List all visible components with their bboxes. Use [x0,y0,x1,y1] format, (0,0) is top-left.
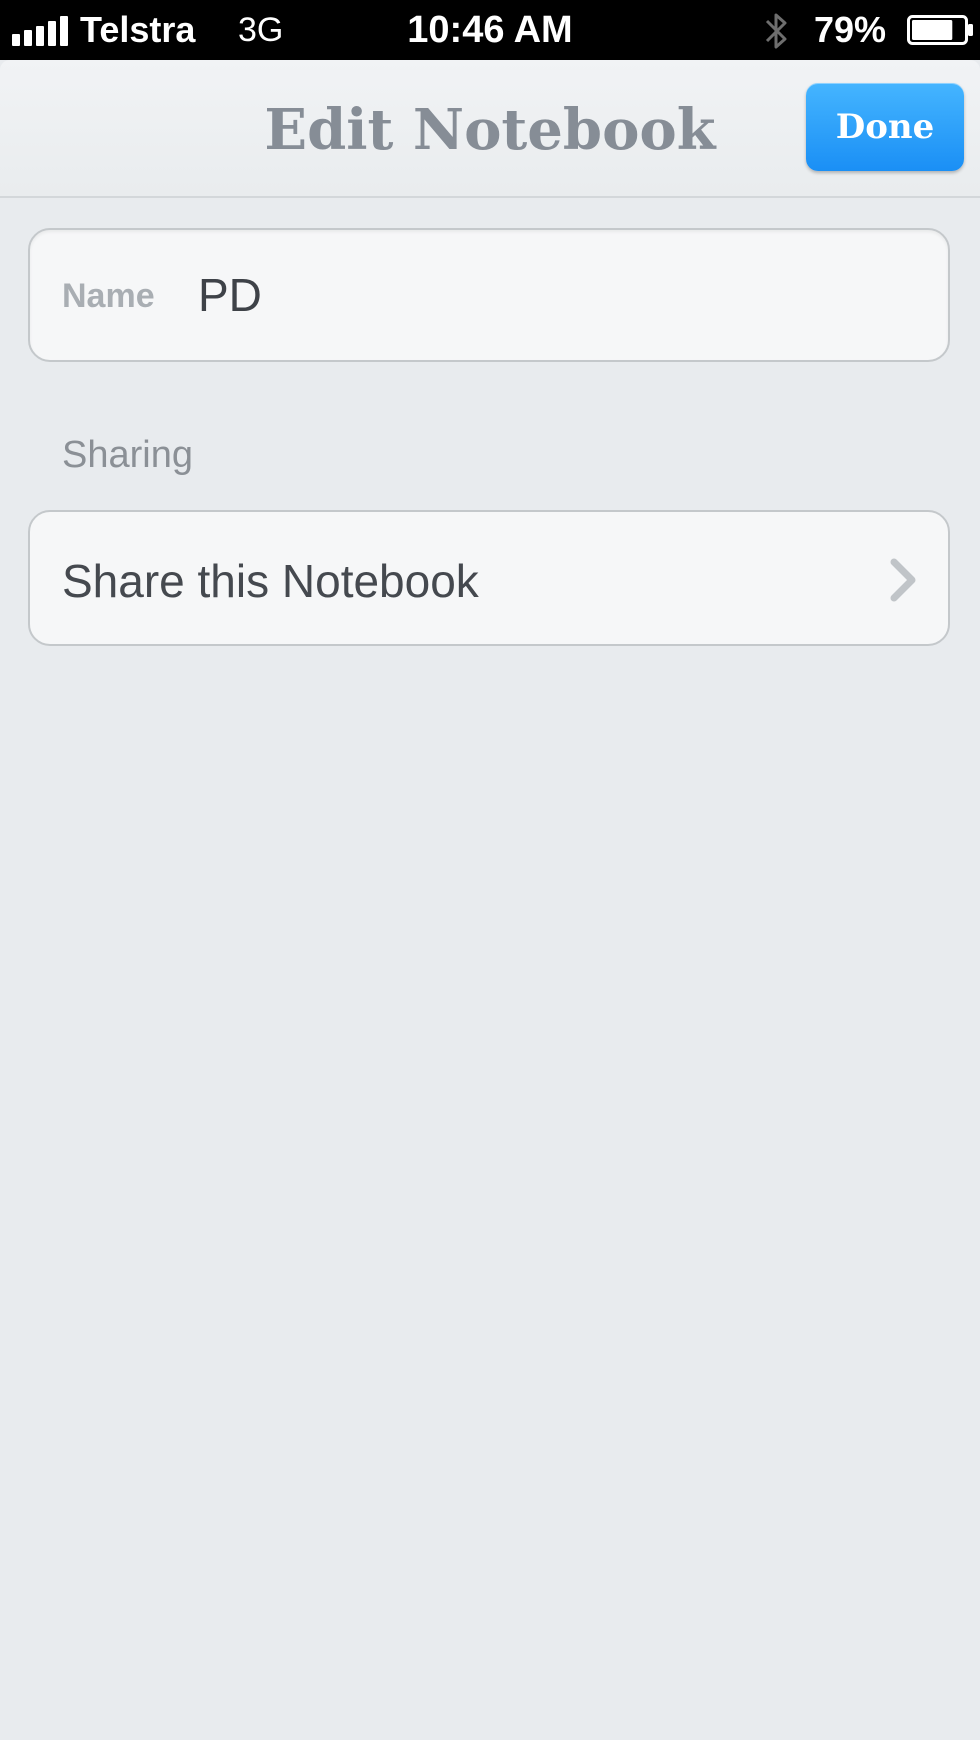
share-notebook-row[interactable]: Share this Notebook [28,510,950,646]
battery-percentage: 79% [814,9,887,50]
name-label: Name [62,277,155,315]
battery-icon [907,15,973,45]
done-button[interactable]: Done [806,83,964,171]
sharing-section-header: Sharing [62,434,193,476]
share-notebook-label: Share this Notebook [62,555,479,607]
name-input[interactable] [198,268,898,322]
status-bar: Telstra 3G 10:46 AM 79% [0,0,980,60]
navigation-header: Edit Notebook Done [0,60,980,198]
name-field[interactable]: Name [28,228,950,362]
bluetooth-icon [765,13,787,49]
chevron-right-icon [890,558,916,602]
